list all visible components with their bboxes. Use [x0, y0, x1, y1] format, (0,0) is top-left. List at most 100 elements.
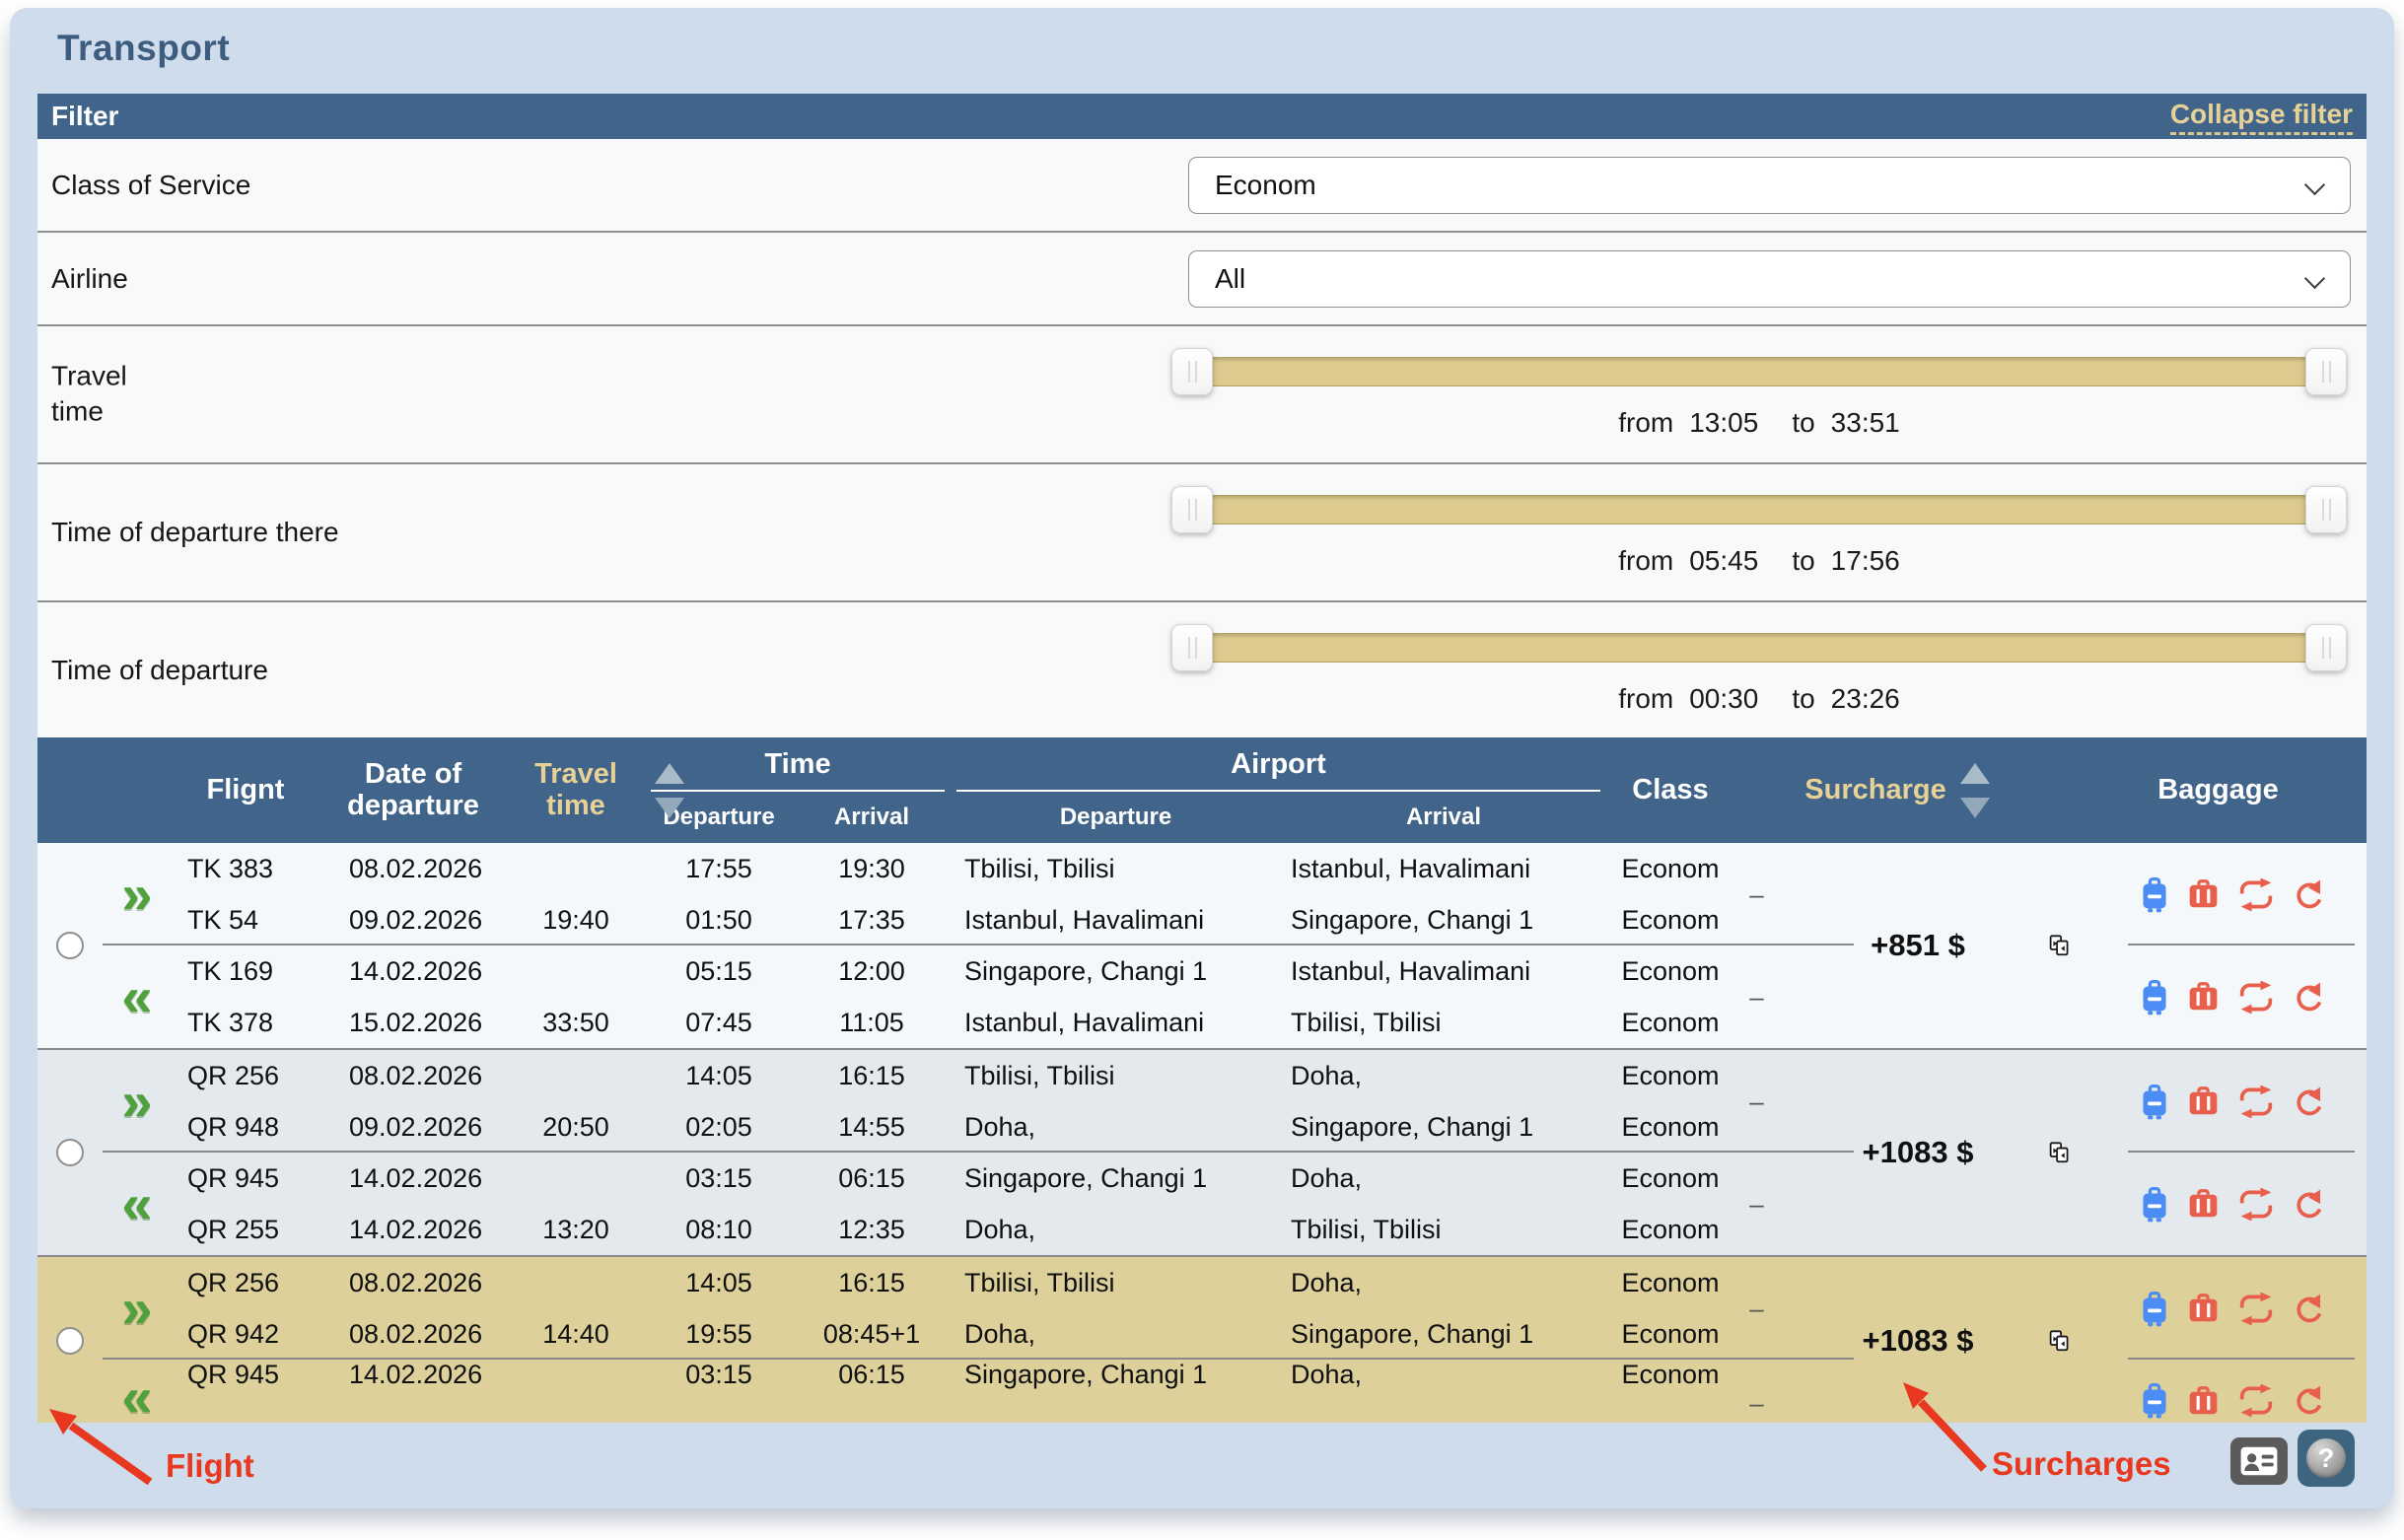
carry-on-bag-icon[interactable]: [2140, 1084, 2169, 1120]
sort-descending-icon[interactable]: [655, 798, 684, 818]
travel-time-range-slider[interactable]: [1171, 348, 2347, 395]
flight-number: TK 378: [172, 997, 319, 1048]
exchange-icon[interactable]: [2237, 1188, 2275, 1221]
exchange-icon[interactable]: [2237, 1085, 2275, 1118]
filter-row-airline: Airline All: [37, 233, 2367, 326]
flight-radio-input[interactable]: [56, 932, 84, 959]
flight-radio-input[interactable]: [56, 1139, 84, 1166]
carry-on-bag-icon[interactable]: [2140, 979, 2169, 1015]
return-double-chevron-icon: [103, 1369, 172, 1423]
flight-radio-input[interactable]: [56, 1327, 84, 1355]
undo-icon[interactable]: [2293, 1384, 2325, 1417]
departure-range-slider[interactable]: [1171, 624, 2347, 671]
class-of-service-select[interactable]: Econom: [1188, 157, 2351, 214]
departure-there-range-slider[interactable]: [1171, 486, 2347, 533]
undo-icon[interactable]: [2293, 1293, 2325, 1325]
column-header-flight[interactable]: Flignt: [172, 737, 319, 843]
departure-airport: Singapore, Changi 1: [951, 1360, 1281, 1390]
arrival-time: 16:15: [793, 1257, 951, 1308]
exchange-icon[interactable]: [2237, 1384, 2275, 1417]
baggage-allowance-dash: –: [1734, 1050, 1779, 1153]
undo-icon[interactable]: [2293, 981, 2325, 1014]
column-header-travel-time[interactable]: Travel time: [507, 737, 645, 843]
exchange-icon[interactable]: [2237, 878, 2275, 911]
column-header-date[interactable]: Date of departure: [319, 737, 507, 843]
baggage-icon[interactable]: [2187, 982, 2220, 1012]
slider-handle-max[interactable]: [2305, 348, 2347, 395]
flight-radio[interactable]: [37, 843, 103, 1048]
exchange-icon[interactable]: [2237, 1293, 2275, 1325]
departure-label: Time of departure: [51, 652, 268, 687]
collapse-filter-link[interactable]: Collapse filter: [2170, 99, 2353, 135]
contact-card-button[interactable]: [2230, 1437, 2288, 1485]
departure-time: 08:10: [645, 1204, 793, 1255]
carry-on-bag-icon[interactable]: [2140, 1186, 2169, 1223]
departure-time: 03:15: [645, 1360, 793, 1390]
baggage-icon[interactable]: [2187, 879, 2220, 909]
slider-handle-min[interactable]: [1171, 624, 1213, 671]
copy-segments-icon[interactable]: [2015, 1257, 2070, 1423]
departure-date: 14.02.2026: [319, 1360, 507, 1390]
slider-track[interactable]: [1179, 357, 2339, 386]
baggage-icon[interactable]: [2187, 1386, 2220, 1416]
slider-handle-max[interactable]: [2305, 624, 2347, 671]
column-header-surcharge[interactable]: Surcharge: [1779, 737, 2015, 843]
class-of-service-value: Econom: [1215, 170, 1316, 201]
carry-on-bag-icon[interactable]: [2140, 876, 2169, 913]
departure-airport: Doha,: [951, 1204, 1281, 1255]
slider-handle-min[interactable]: [1171, 486, 1213, 533]
arrival-airport: Istanbul, Havalimani: [1281, 843, 1606, 894]
leg-divider: [2128, 944, 2355, 945]
flight-radio[interactable]: [37, 1050, 103, 1255]
arrival-airport: Tbilisi, Tbilisi: [1281, 997, 1606, 1048]
slider-track[interactable]: [1179, 633, 2339, 663]
undo-icon[interactable]: [2293, 1085, 2325, 1118]
airline-select[interactable]: All: [1188, 250, 2351, 308]
baggage-actions: [2070, 1050, 2367, 1153]
flight-number: QR 945: [172, 1153, 319, 1204]
outbound-double-chevron-icon: [103, 1050, 172, 1153]
help-button[interactable]: [2298, 1430, 2355, 1487]
arrival-airport: Doha,: [1281, 1360, 1606, 1390]
transport-panel: Transport Filter Collapse filter Class o…: [10, 8, 2394, 1508]
arrival-airport: Doha,: [1281, 1257, 1606, 1308]
departure-there-label: Time of departure there: [51, 515, 339, 550]
carry-on-bag-icon[interactable]: [2140, 1382, 2169, 1419]
flight-option-1[interactable]: TK 383 08.02.2026 17:55 19:30 Tbilisi, T…: [37, 843, 2367, 1048]
sort-ascending-icon[interactable]: [1960, 763, 1990, 784]
departure-date: 15.02.2026: [319, 997, 507, 1048]
baggage-actions: [2070, 1257, 2367, 1360]
flight-option-2[interactable]: QR 256 08.02.2026 14:05 16:15 Tbilisi, T…: [37, 1048, 2367, 1255]
slider-handle-min[interactable]: [1171, 348, 1213, 395]
undo-icon[interactable]: [2293, 878, 2325, 911]
page-title: Transport: [57, 28, 230, 69]
slider-handle-max[interactable]: [2305, 486, 2347, 533]
arrival-time: 11:05: [793, 997, 951, 1048]
copy-segments-icon[interactable]: [2015, 1050, 2070, 1255]
flight-number: QR 255: [172, 1204, 319, 1255]
departure-date: 14.02.2026: [319, 945, 507, 997]
sort-descending-icon[interactable]: [1960, 798, 1990, 818]
copy-segments-icon[interactable]: [2015, 843, 2070, 1048]
arrival-airport: Singapore, Changi 1: [1281, 1101, 1606, 1153]
flight-radio[interactable]: [37, 1257, 103, 1423]
slider-track[interactable]: [1179, 495, 2339, 525]
travel-time: 20:50: [507, 1101, 645, 1153]
arrival-airport: Istanbul, Havalimani: [1281, 945, 1606, 997]
baggage-icon[interactable]: [2187, 1189, 2220, 1219]
baggage-icon[interactable]: [2187, 1294, 2220, 1323]
flight-option-3-selected[interactable]: QR 256 08.02.2026 14:05 16:15 Tbilisi, T…: [37, 1255, 2367, 1423]
departure-time: 14:05: [645, 1050, 793, 1101]
undo-icon[interactable]: [2293, 1188, 2325, 1221]
column-header-class[interactable]: Class: [1606, 737, 1734, 843]
service-class: Econom: [1606, 1308, 1734, 1360]
class-of-service-label: Class of Service: [51, 167, 250, 202]
baggage-icon[interactable]: [2187, 1086, 2220, 1116]
leg-divider: [2128, 1151, 2355, 1153]
carry-on-bag-icon[interactable]: [2140, 1291, 2169, 1327]
range-max-value: 17:56: [1831, 545, 1900, 576]
surcharge-amount: +851 $: [1779, 843, 2015, 1048]
filter-row-departure-there: Time of departure there from05:45to17:56: [37, 464, 2367, 602]
exchange-icon[interactable]: [2237, 981, 2275, 1014]
departure-airport: Singapore, Changi 1: [951, 945, 1281, 997]
